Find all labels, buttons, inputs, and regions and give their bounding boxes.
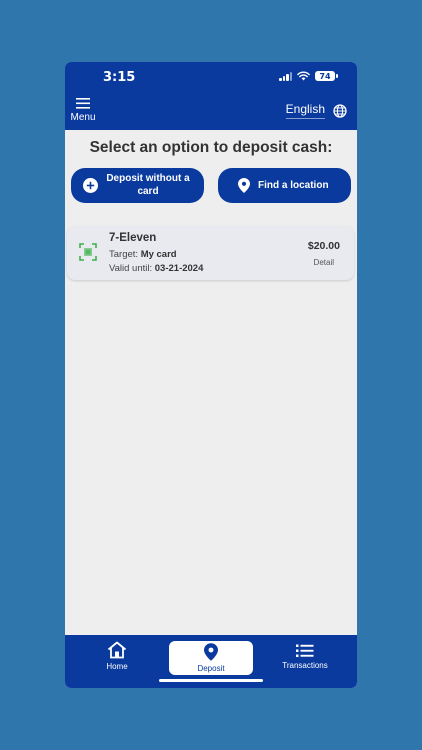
tab-home[interactable]: Home <box>95 641 139 675</box>
merchant-name: 7-Eleven <box>109 232 157 244</box>
home-icon <box>107 641 127 659</box>
barcode-scan-icon <box>79 243 97 261</box>
card-amount: $20.00 <box>307 240 340 252</box>
location-pin-icon <box>238 178 250 193</box>
tab-home-label: Home <box>106 662 128 671</box>
card-valid-value: 03-21-2024 <box>154 263 204 274</box>
phone-screen: 3:15 74 Menu English Select an option to… <box>65 62 357 688</box>
tab-transactions-label: Transactions <box>282 661 328 670</box>
language-selector[interactable]: English <box>285 102 347 119</box>
plus-circle-icon <box>83 178 98 193</box>
detail-link[interactable]: Detail <box>314 258 334 267</box>
status-icons: 74 <box>279 71 338 81</box>
wifi-icon <box>297 71 310 81</box>
home-indicator <box>159 679 263 682</box>
deposit-button-label: Deposit without a card <box>106 173 190 197</box>
battery-icon: 74 <box>315 71 338 81</box>
tab-deposit[interactable]: Deposit <box>169 641 253 675</box>
language-label: English <box>285 102 325 119</box>
card-target-value: My card <box>140 249 177 260</box>
page-title: Select an option to deposit cash: <box>89 139 333 156</box>
deposit-card-item[interactable]: 7-Eleven Target: My card Valid until: 03… <box>67 226 354 280</box>
location-pin-icon <box>204 643 218 661</box>
card-valid-until: Valid until: 03-21-2024 <box>109 263 204 274</box>
menu-icon <box>76 98 90 109</box>
tab-bar: Home Deposit Transactions <box>65 635 357 688</box>
find-location-button[interactable]: Find a location <box>218 168 351 203</box>
card-target: Target: My card <box>109 249 177 260</box>
tab-deposit-label: Deposit <box>197 664 225 673</box>
app-header: 3:15 74 Menu English <box>65 62 357 130</box>
find-button-label: Find a location <box>258 180 329 191</box>
menu-button[interactable]: Menu <box>70 98 96 126</box>
deposit-without-card-button[interactable]: Deposit without a card <box>71 168 204 203</box>
status-time: 3:15 <box>103 70 136 85</box>
tab-transactions[interactable]: Transactions <box>275 641 335 675</box>
menu-label: Menu <box>70 112 96 123</box>
signal-icon <box>279 71 292 81</box>
list-icon <box>296 644 314 657</box>
globe-icon <box>333 103 347 118</box>
